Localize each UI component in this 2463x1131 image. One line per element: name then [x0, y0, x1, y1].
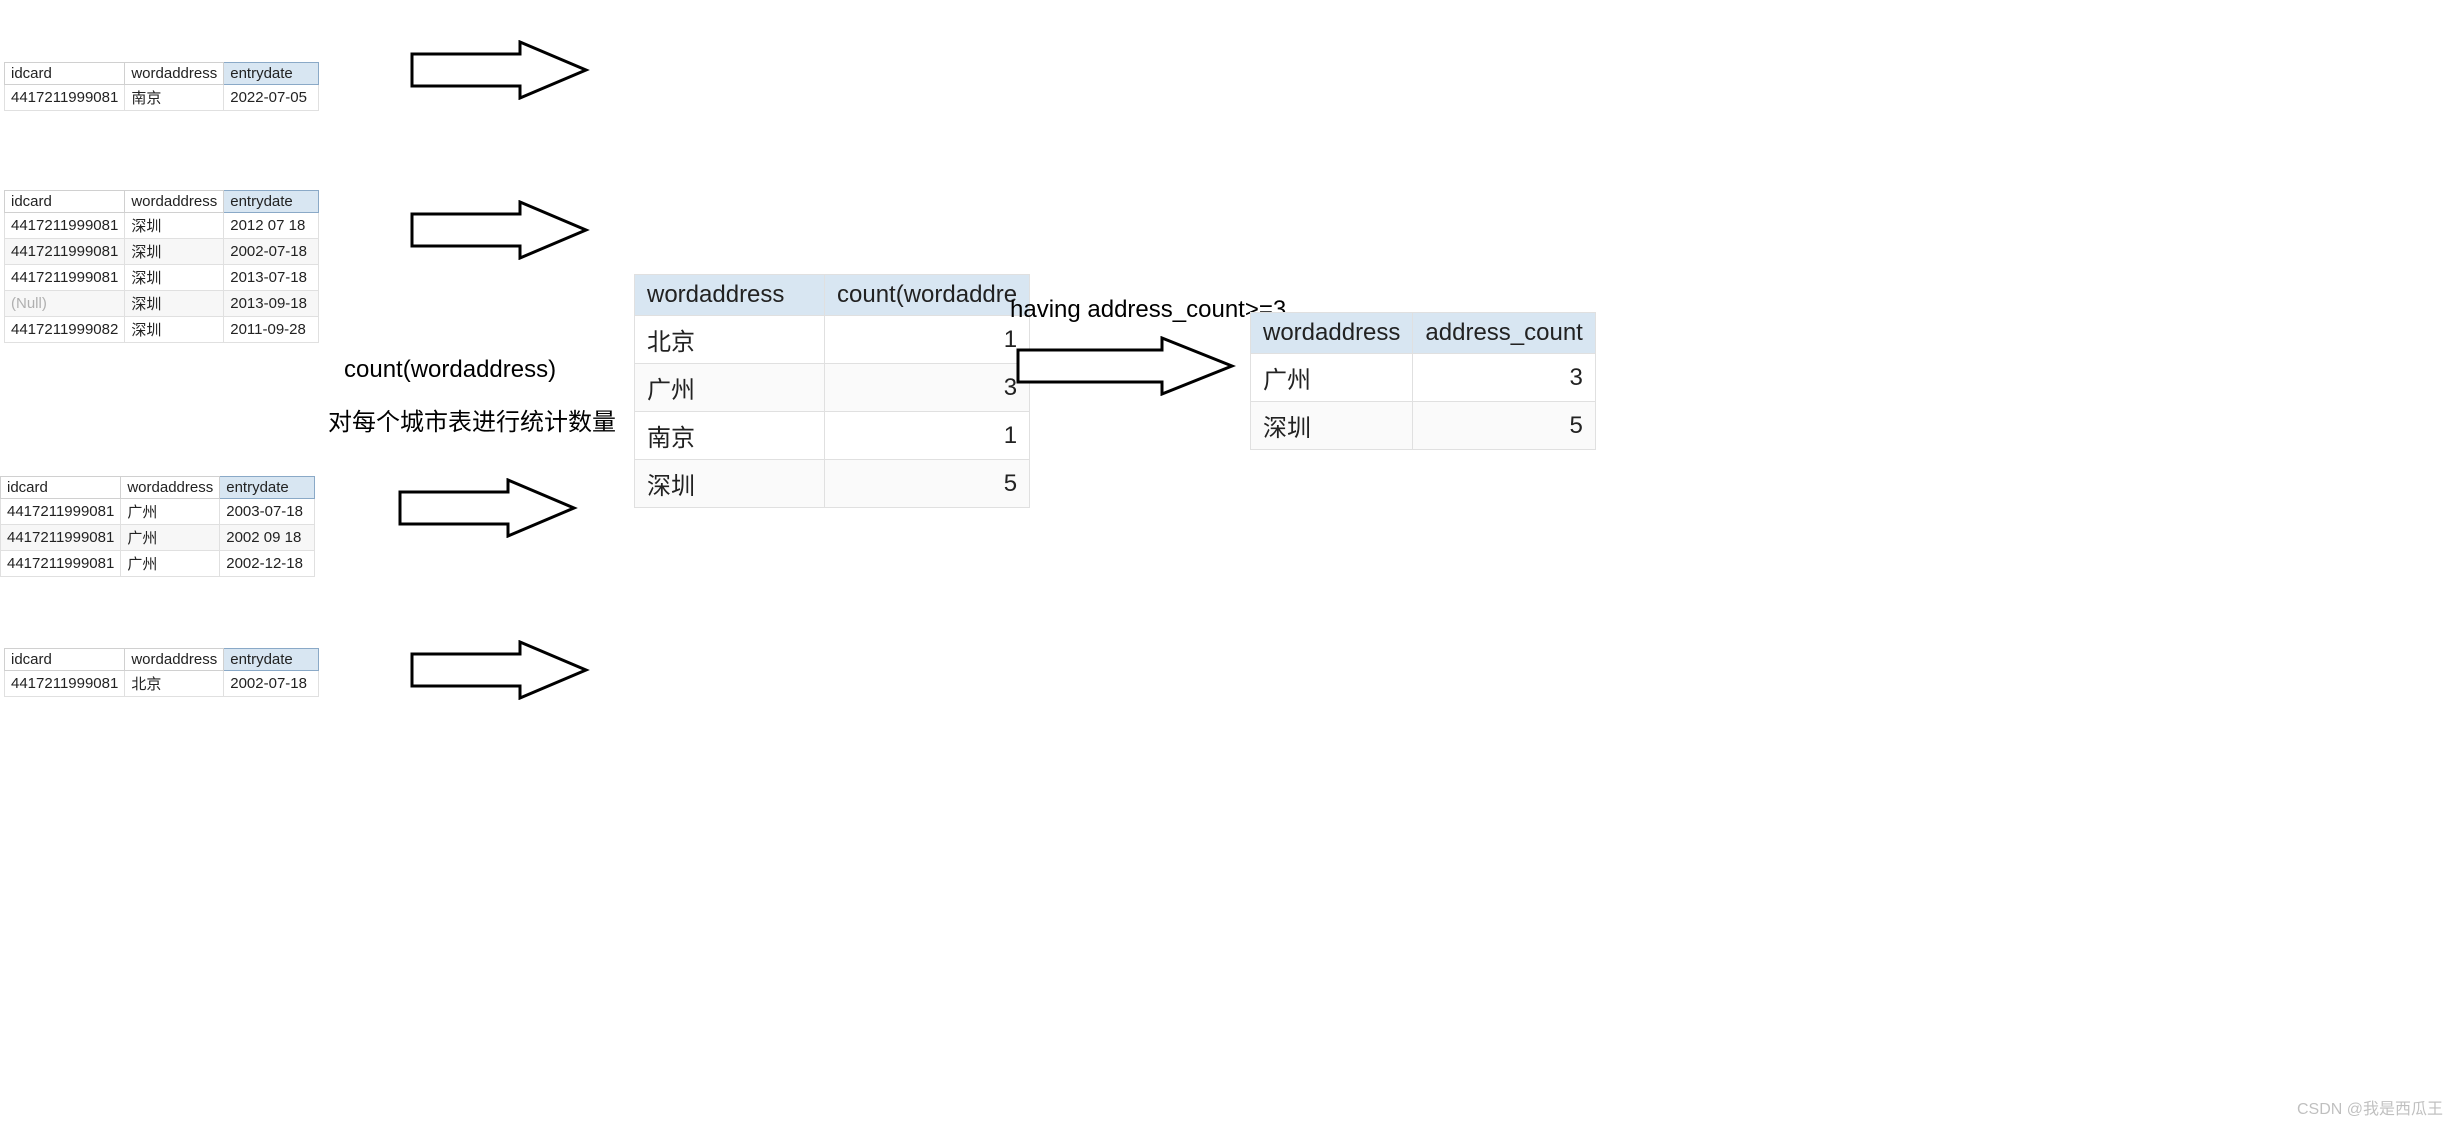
cell-addr: 深圳	[125, 265, 224, 291]
col-idcard: idcard	[1, 477, 121, 499]
cell-count: 5	[825, 460, 1030, 508]
table-row: 4417211999081 深圳 2012 07 18	[5, 213, 319, 239]
col-wordaddress: wordaddress	[635, 275, 825, 316]
col-wordaddress: wordaddress	[125, 63, 224, 85]
cell-idcard: 4417211999081	[1, 499, 121, 525]
arrow-right-icon	[398, 478, 578, 538]
cell-addr: 广州	[121, 525, 220, 551]
watermark: CSDN @我是西瓜王	[2297, 1095, 2443, 1119]
source-table-beijing: idcard wordaddress entrydate 44172119990…	[4, 648, 319, 697]
cell-date: 2012 07 18	[224, 213, 319, 239]
cell-count: 1	[825, 412, 1030, 460]
cell-date: 2003-07-18	[220, 499, 315, 525]
col-idcard: idcard	[5, 63, 125, 85]
cell-addr: 深圳	[635, 460, 825, 508]
cell-count: 5	[1413, 402, 1595, 450]
cell-addr: 深圳	[125, 291, 224, 317]
cell-idcard: 4417211999081	[5, 239, 125, 265]
col-idcard: idcard	[5, 649, 125, 671]
col-wordaddress: wordaddress	[125, 191, 224, 213]
arrow-right-icon	[410, 200, 590, 260]
cell-count: 3	[825, 364, 1030, 412]
table-row: 4417211999081 北京 2002-07-18	[5, 671, 319, 697]
table-row: 4417211999082 深圳 2011-09-28	[5, 317, 319, 343]
col-entrydate: entrydate	[220, 477, 315, 499]
table-row: 4417211999081 深圳 2002-07-18	[5, 239, 319, 265]
label-count: count(wordaddress)	[344, 356, 556, 384]
arrow-right-icon	[1016, 336, 1236, 396]
cell-date: 2013-09-18	[224, 291, 319, 317]
table-row: 广州 3	[1251, 354, 1596, 402]
table-header-row: idcard wordaddress entrydate	[5, 63, 319, 85]
table-row: 广州 3	[635, 364, 1030, 412]
cell-date: 2011-09-28	[224, 317, 319, 343]
arrow-right-icon	[410, 640, 590, 700]
cell-idcard: 4417211999081	[5, 265, 125, 291]
col-entrydate: entrydate	[224, 191, 319, 213]
cell-addr: 广州	[121, 499, 220, 525]
col-wordaddress: wordaddress	[121, 477, 220, 499]
cell-addr: 广州	[121, 551, 220, 577]
table-header-row: idcard wordaddress entrydate	[1, 477, 315, 499]
arrow-right-icon	[410, 40, 590, 100]
table-row: 4417211999081 深圳 2013-07-18	[5, 265, 319, 291]
cell-addr: 深圳	[125, 239, 224, 265]
cell-addr: 深圳	[125, 317, 224, 343]
cell-count: 3	[1413, 354, 1595, 402]
cell-date: 2013-07-18	[224, 265, 319, 291]
table-row: (Null) 深圳 2013-09-18	[5, 291, 319, 317]
table-row: 4417211999081 广州 2002-12-18	[1, 551, 315, 577]
cell-addr: 深圳	[1251, 402, 1413, 450]
table-row: 南京 1	[635, 412, 1030, 460]
cell-idcard: 4417211999081	[5, 671, 125, 697]
table-row: 4417211999081 广州 2003-07-18	[1, 499, 315, 525]
table-header-row: wordaddress address_count	[1251, 313, 1596, 354]
table-row: 北京 1	[635, 316, 1030, 364]
cell-addr: 广州	[1251, 354, 1413, 402]
col-wordaddress: wordaddress	[1251, 313, 1413, 354]
cell-date: 2002-12-18	[220, 551, 315, 577]
cell-addr: 南京	[125, 85, 224, 111]
cell-date: 2022-07-05	[224, 85, 319, 111]
col-wordaddress: wordaddress	[125, 649, 224, 671]
source-table-nanjing: idcard wordaddress entrydate 44172119990…	[4, 62, 319, 111]
cell-idcard: 4417211999081	[1, 551, 121, 577]
cell-date: 2002-07-18	[224, 671, 319, 697]
col-address-count: address_count	[1413, 313, 1595, 354]
cell-addr: 北京	[125, 671, 224, 697]
table-row: 深圳 5	[635, 460, 1030, 508]
label-having: having address_count>=3	[1010, 296, 1286, 324]
label-desc: 对每个城市表进行统计数量	[328, 402, 616, 437]
having-result-table: wordaddress address_count 广州 3 深圳 5	[1250, 312, 1596, 450]
cell-addr: 深圳	[125, 213, 224, 239]
table-header-row: wordaddress count(wordaddre	[635, 275, 1030, 316]
count-result-table: wordaddress count(wordaddre 北京 1 广州 3 南京…	[634, 274, 1030, 508]
col-entrydate: entrydate	[224, 63, 319, 85]
table-header-row: idcard wordaddress entrydate	[5, 191, 319, 213]
col-entrydate: entrydate	[224, 649, 319, 671]
cell-idcard: 4417211999082	[5, 317, 125, 343]
cell-idcard: 4417211999081	[5, 213, 125, 239]
cell-idcard: 4417211999081	[5, 85, 125, 111]
cell-addr: 南京	[635, 412, 825, 460]
table-row: 4417211999081 广州 2002 09 18	[1, 525, 315, 551]
cell-addr: 广州	[635, 364, 825, 412]
col-count: count(wordaddre	[825, 275, 1030, 316]
source-table-guangzhou: idcard wordaddress entrydate 44172119990…	[0, 476, 315, 577]
cell-date: 2002-07-18	[224, 239, 319, 265]
cell-addr: 北京	[635, 316, 825, 364]
source-table-shenzhen: idcard wordaddress entrydate 44172119990…	[4, 190, 319, 343]
cell-idcard: 4417211999081	[1, 525, 121, 551]
table-row: 4417211999081 南京 2022-07-05	[5, 85, 319, 111]
cell-date: 2002 09 18	[220, 525, 315, 551]
col-idcard: idcard	[5, 191, 125, 213]
table-header-row: idcard wordaddress entrydate	[5, 649, 319, 671]
cell-count: 1	[825, 316, 1030, 364]
table-row: 深圳 5	[1251, 402, 1596, 450]
cell-idcard-null: (Null)	[5, 291, 125, 317]
